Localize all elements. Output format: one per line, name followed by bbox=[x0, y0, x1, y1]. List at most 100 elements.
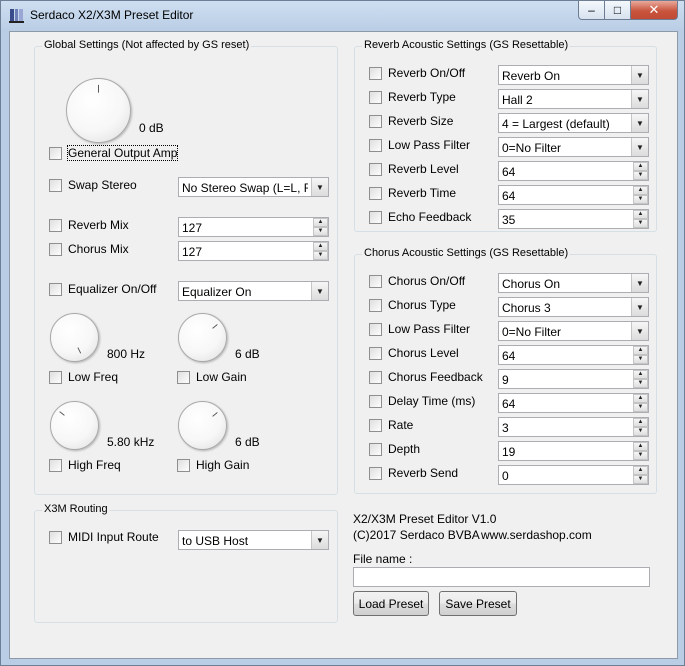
chorus-chorus-on-off-select[interactable]: Chorus On ▼ bbox=[498, 273, 649, 293]
spin-up-icon[interactable]: ▲ bbox=[633, 466, 648, 475]
client-area: Global Settings (Not affected by GS rese… bbox=[9, 31, 678, 659]
chorus-chorus-feedback-checkbox[interactable] bbox=[369, 371, 382, 384]
reverb-reverb-level-checkbox[interactable] bbox=[369, 163, 382, 176]
output-amp-knob[interactable] bbox=[66, 78, 131, 143]
reverb-low-pass-filter-select[interactable]: 0=No Filter ▼ bbox=[498, 137, 649, 157]
reverb-reverb-type-select[interactable]: Hall 2 ▼ bbox=[498, 89, 649, 109]
spin-down-icon[interactable]: ▼ bbox=[313, 227, 328, 236]
chorus-rate-checkbox[interactable] bbox=[369, 419, 382, 432]
close-icon: ✕ bbox=[648, 2, 660, 17]
load-preset-button[interactable]: Load Preset bbox=[353, 591, 429, 616]
spin-down-icon[interactable]: ▼ bbox=[633, 171, 648, 180]
minimize-button[interactable]: – bbox=[578, 1, 605, 20]
chevron-down-icon[interactable]: ▼ bbox=[631, 322, 648, 340]
spin-up-icon[interactable]: ▲ bbox=[633, 162, 648, 171]
spin-down-icon[interactable]: ▼ bbox=[633, 195, 648, 204]
reverb-echo-feedback-checkbox[interactable] bbox=[369, 211, 382, 224]
save-preset-button[interactable]: Save Preset bbox=[439, 591, 517, 616]
app-window: Serdaco X2/X3M Preset Editor – □ ✕ Globa… bbox=[0, 0, 685, 666]
spin-down-icon[interactable]: ▼ bbox=[633, 379, 648, 388]
reverb-mix-checkbox[interactable] bbox=[49, 219, 62, 232]
chorus-rate-spinner[interactable]: 3 ▲ ▼ bbox=[498, 417, 649, 437]
chevron-down-icon[interactable]: ▼ bbox=[311, 178, 328, 196]
chevron-down-icon[interactable]: ▼ bbox=[631, 66, 648, 84]
chorus-chorus-type-checkbox[interactable] bbox=[369, 299, 382, 312]
spin-down-icon[interactable]: ▼ bbox=[633, 355, 648, 364]
spin-down-icon[interactable]: ▼ bbox=[313, 251, 328, 260]
spin-down-icon[interactable]: ▼ bbox=[633, 403, 648, 412]
spin-up-icon[interactable]: ▲ bbox=[313, 242, 328, 251]
low-freq-checkbox[interactable] bbox=[49, 371, 62, 384]
chevron-down-icon[interactable]: ▼ bbox=[631, 114, 648, 132]
reverb-reverb-size-checkbox[interactable] bbox=[369, 115, 382, 128]
chorus-delay-time-ms-checkbox[interactable] bbox=[369, 395, 382, 408]
high-freq-knob[interactable] bbox=[50, 401, 99, 450]
chorus-mix-spinner[interactable]: 127 ▲ ▼ bbox=[178, 241, 329, 261]
spin-up-icon[interactable]: ▲ bbox=[633, 394, 648, 403]
chorus-chorus-level-checkbox[interactable] bbox=[369, 347, 382, 360]
swap-stereo-checkbox[interactable] bbox=[49, 179, 62, 192]
chorus-low-pass-filter-checkbox[interactable] bbox=[369, 323, 382, 336]
spin-down-icon[interactable]: ▼ bbox=[633, 219, 648, 228]
midi-input-route-checkbox[interactable] bbox=[49, 531, 62, 544]
load-preset-label: Load Preset bbox=[358, 596, 424, 611]
reverb-settings-title: Reverb Acoustic Settings (GS Resettable) bbox=[362, 39, 571, 51]
spin-up-icon[interactable]: ▲ bbox=[633, 418, 648, 427]
low-gain-knob[interactable] bbox=[178, 313, 227, 362]
chorus-mix-checkbox[interactable] bbox=[49, 243, 62, 256]
close-button[interactable]: ✕ bbox=[631, 1, 678, 20]
reverb-reverb-size-select[interactable]: 4 = Largest (default) ▼ bbox=[498, 113, 649, 133]
reverb-reverb-time-checkbox[interactable] bbox=[369, 187, 382, 200]
chorus-reverb-send-checkbox[interactable] bbox=[369, 467, 382, 480]
chorus-chorus-level-spinner[interactable]: 64 ▲ ▼ bbox=[498, 345, 649, 365]
spin-down-icon[interactable]: ▼ bbox=[633, 427, 648, 436]
chorus-depth-checkbox[interactable] bbox=[369, 443, 382, 456]
reverb-low-pass-filter-checkbox[interactable] bbox=[369, 139, 382, 152]
spin-up-icon[interactable]: ▲ bbox=[313, 218, 328, 227]
high-freq-checkbox[interactable] bbox=[49, 459, 62, 472]
midi-input-route-select[interactable]: to USB Host ▼ bbox=[178, 530, 329, 550]
spin-up-icon[interactable]: ▲ bbox=[633, 442, 648, 451]
chorus-depth-spinner[interactable]: 19 ▲ ▼ bbox=[498, 441, 649, 461]
equalizer-select[interactable]: Equalizer On ▼ bbox=[178, 281, 329, 301]
spin-up-icon[interactable]: ▲ bbox=[633, 186, 648, 195]
equalizer-checkbox[interactable] bbox=[49, 283, 62, 296]
chevron-down-icon[interactable]: ▼ bbox=[631, 274, 648, 292]
general-output-amp-label: General Output Amp bbox=[66, 145, 179, 161]
swap-stereo-select[interactable]: No Stereo Swap (L=L, R=R ▼ bbox=[178, 177, 329, 197]
chorus-low-pass-filter-select[interactable]: 0=No Filter ▼ bbox=[498, 321, 649, 341]
reverb-mix-spinner[interactable]: 127 ▲ ▼ bbox=[178, 217, 329, 237]
reverb-reverb-level-spinner[interactable]: 64 ▲ ▼ bbox=[498, 161, 649, 181]
chevron-down-icon[interactable]: ▼ bbox=[631, 138, 648, 156]
spin-down-icon[interactable]: ▼ bbox=[633, 451, 648, 460]
chorus-rate-value: 3 bbox=[502, 421, 509, 435]
reverb-reverb-on-off-checkbox[interactable] bbox=[369, 67, 382, 80]
chorus-reverb-send-spinner[interactable]: 0 ▲ ▼ bbox=[498, 465, 649, 485]
general-output-amp-checkbox[interactable] bbox=[49, 147, 62, 160]
reverb-reverb-type-checkbox[interactable] bbox=[369, 91, 382, 104]
file-name-input[interactable] bbox=[353, 567, 650, 587]
spin-up-icon[interactable]: ▲ bbox=[633, 210, 648, 219]
reverb-settings-group: Reverb Acoustic Settings (GS Resettable)… bbox=[354, 39, 657, 232]
chorus-chorus-type-select[interactable]: Chorus 3 ▼ bbox=[498, 297, 649, 317]
reverb-reverb-time-spinner[interactable]: 64 ▲ ▼ bbox=[498, 185, 649, 205]
reverb-reverb-on-off-select[interactable]: Reverb On ▼ bbox=[498, 65, 649, 85]
chevron-down-icon[interactable]: ▼ bbox=[311, 282, 328, 300]
low-gain-label: Low Gain bbox=[196, 370, 247, 384]
high-gain-knob[interactable] bbox=[178, 401, 227, 450]
chorus-delay-time-ms-spinner[interactable]: 64 ▲ ▼ bbox=[498, 393, 649, 413]
spin-up-icon[interactable]: ▲ bbox=[633, 346, 648, 355]
low-gain-checkbox[interactable] bbox=[177, 371, 190, 384]
low-freq-knob[interactable] bbox=[50, 313, 99, 362]
spin-down-icon[interactable]: ▼ bbox=[633, 475, 648, 484]
spin-up-icon[interactable]: ▲ bbox=[633, 370, 648, 379]
chevron-down-icon[interactable]: ▼ bbox=[311, 531, 328, 549]
maximize-button[interactable]: □ bbox=[605, 1, 631, 20]
chevron-down-icon[interactable]: ▼ bbox=[631, 90, 648, 108]
high-gain-checkbox[interactable] bbox=[177, 459, 190, 472]
chorus-chorus-feedback-spinner[interactable]: 9 ▲ ▼ bbox=[498, 369, 649, 389]
chorus-chorus-on-off-checkbox[interactable] bbox=[369, 275, 382, 288]
title-bar[interactable]: Serdaco X2/X3M Preset Editor – □ ✕ bbox=[1, 1, 684, 31]
chevron-down-icon[interactable]: ▼ bbox=[631, 298, 648, 316]
reverb-echo-feedback-spinner[interactable]: 35 ▲ ▼ bbox=[498, 209, 649, 229]
